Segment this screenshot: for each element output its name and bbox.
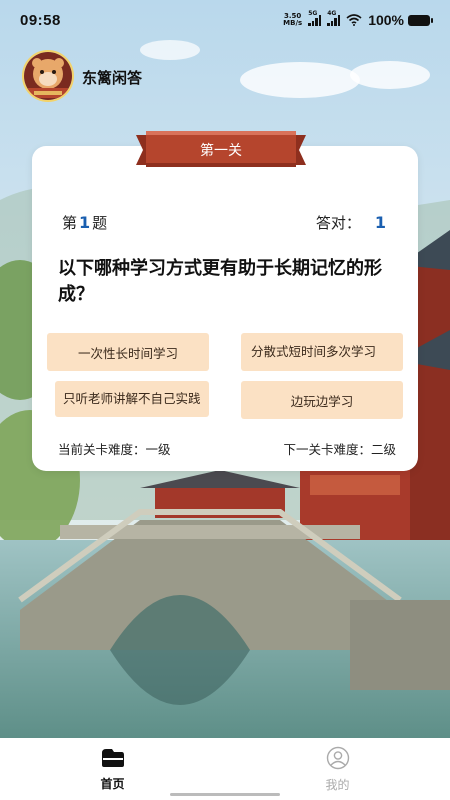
- app-title: 东篱闲答: [82, 68, 143, 87]
- nav-item-home[interactable]: 首页: [0, 738, 225, 800]
- hamster-logo-icon: [24, 52, 72, 100]
- app-header: 东篱闲答: [22, 50, 142, 102]
- question-counter: 第1题: [62, 212, 107, 233]
- status-bar: 09:58 3.50 MB/s 5G 4G 100%: [0, 0, 450, 40]
- question-meta: 第1题 答对： 1: [62, 212, 386, 233]
- difficulty-row: 当前关卡难度：一级 下一关卡难度：二级: [58, 439, 396, 458]
- home-icon: [101, 748, 124, 767]
- quiz-card: 第1题 答对： 1 以下哪种学习方式更有助于长期记忆的形成？ 一次性长时间学习 分…: [32, 146, 418, 471]
- signal-tag: 4G: [327, 9, 337, 17]
- next-difficulty: 下一关卡难度：二级: [283, 442, 396, 457]
- question-text: 以下哪种学习方式更有助于长期记忆的形成？: [58, 258, 382, 305]
- option-button[interactable]: 一次性长时间学习: [47, 333, 209, 371]
- status-time: 09:58: [20, 11, 61, 29]
- question-number: 1: [79, 213, 91, 232]
- signal-tag: 5G: [308, 9, 318, 17]
- nav-label-mine: 我的: [325, 777, 350, 792]
- question-prefix: 第: [62, 214, 78, 232]
- battery-percent: 100%: [368, 12, 404, 28]
- wifi-icon: [346, 14, 362, 26]
- option-button[interactable]: 分散式短时间多次学习: [241, 333, 403, 371]
- user-icon: [326, 746, 349, 769]
- level-title: 第一关: [200, 143, 242, 159]
- score-counter: 答对： 1: [316, 212, 386, 233]
- current-difficulty: 当前关卡难度：一级: [58, 442, 171, 457]
- network-speed: 3.50 MB/s: [283, 13, 302, 27]
- bottom-nav: 首页 我的: [0, 738, 450, 800]
- question-suffix: 题: [92, 214, 108, 232]
- avatar[interactable]: [22, 50, 74, 102]
- score-value: 1: [374, 213, 386, 232]
- battery-indicator: 100%: [368, 12, 433, 28]
- network-speed-unit: MB/s: [283, 19, 303, 27]
- status-icons: 3.50 MB/s 5G 4G 100%: [283, 10, 433, 28]
- nav-item-mine[interactable]: 我的: [225, 738, 450, 800]
- score-label: 答对：: [315, 214, 361, 232]
- battery-icon: [408, 14, 433, 26]
- nav-label-home: 首页: [100, 776, 125, 791]
- option-button[interactable]: 只听老师讲解不自己实践: [55, 381, 209, 417]
- option-button[interactable]: 边玩边学习: [241, 381, 403, 419]
- home-indicator: [170, 793, 280, 796]
- level-banner: 第一关: [136, 131, 306, 171]
- signal-icon: 5G: [308, 10, 322, 26]
- signal-icon: 4G: [327, 10, 341, 26]
